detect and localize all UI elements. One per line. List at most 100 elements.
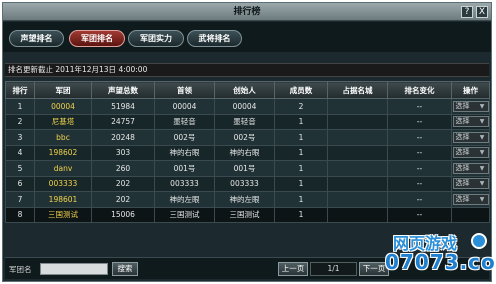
cell-rank: 5 [5,160,35,177]
table-row[interactable]: 7 198601 202 神的左眼 神的左眼 1 -- 选择 ▼ [5,191,490,208]
table-row[interactable]: 1 00004 51984 00004 00004 2 -- 选择 ▼ [5,98,490,115]
cell-leader: 墨轻音 [154,113,215,130]
action-select[interactable]: 选择 ▼ [452,147,489,159]
cell-legion[interactable]: 尼基塔 [34,113,92,130]
chevron-down-icon: ▼ [479,133,485,141]
header-founder: 创始人 [214,81,275,99]
chevron-down-icon: ▼ [479,149,485,157]
table-row-own-legion[interactable]: 8 三国测试 15006 三国测试 三国测试 1 -- [5,206,490,223]
cell-legion[interactable]: 00004 [34,98,92,115]
cell-members: 2 [274,98,328,115]
chevron-down-icon: ▼ [479,164,485,172]
action-select-label: 选择 [455,179,470,188]
cell-prestige: 303 [91,144,155,161]
legion-search-input[interactable] [40,263,108,275]
cell-legion[interactable]: 三国测试 [34,206,92,223]
action-select[interactable]: 选择 ▼ [452,116,489,128]
cell-cities [327,113,388,130]
header-cities: 占据名城 [327,81,388,99]
cell-rank: 2 [5,113,35,130]
prev-page-button[interactable]: 上一页 [278,262,308,276]
cell-founder: 墨轻音 [214,113,275,130]
tab-legion-strength[interactable]: 军团实力 [128,30,184,47]
window-title: 排行榜 [233,7,261,17]
tab-prestige-rank[interactable]: 声望排名 [9,30,64,47]
cell-change: -- [387,113,452,130]
action-select-label: 选择 [455,132,470,141]
tab-bar: 声望排名 军团排名 军团实力 武将排名 [3,22,491,52]
cell-rank: 7 [5,191,35,208]
cell-members: 1 [274,113,328,130]
cell-cities [327,129,388,146]
cell-founder: 三国测试 [214,206,275,223]
cell-action: 选择 ▼ [451,113,490,130]
table-row[interactable]: 5 danv 260 001号 001号 1 -- 选择 ▼ [5,160,490,177]
cell-members: 1 [274,144,328,161]
cell-legion[interactable]: bbc [34,129,92,146]
watermark-line2: 07073.com [385,250,496,274]
cell-action [451,206,490,223]
window-titlebar: 排行榜 [3,3,491,21]
help-button[interactable]: ? [461,6,473,18]
action-select-label: 选择 [455,148,470,157]
close-button[interactable]: X [476,6,488,18]
tab-legion-rank[interactable]: 军团排名 [69,30,125,47]
cell-cities [327,191,388,208]
cell-founder: 神的左眼 [214,191,275,208]
action-select[interactable]: 选择 ▼ [452,178,489,190]
cell-leader: 003333 [154,175,215,192]
cell-change: -- [387,191,452,208]
chevron-down-icon: ▼ [479,195,485,203]
cell-legion[interactable]: danv [34,160,92,177]
table-header-row: 排行 军团 声望总数 首领 创始人 成员数 占据名城 排名变化 操作 [5,81,490,99]
cell-members: 1 [274,129,328,146]
cell-action: 选择 ▼ [451,175,490,192]
chevron-down-icon: ▼ [479,102,485,110]
cell-action: 选择 ▼ [451,160,490,177]
table-row[interactable]: 6 003333 202 003333 003333 1 -- 选择 ▼ [5,175,490,192]
header-legion: 军团 [34,81,92,99]
table-row[interactable]: 2 尼基塔 24757 墨轻音 墨轻音 1 -- 选择 ▼ [5,113,490,130]
action-select[interactable]: 选择 ▼ [452,100,489,112]
cell-prestige: 260 [91,160,155,177]
action-select[interactable]: 选择 ▼ [452,162,489,174]
cell-cities [327,175,388,192]
table-row[interactable]: 4 198602 303 神的右眼 神的右眼 1 -- 选择 ▼ [5,144,490,161]
cell-legion[interactable]: 198601 [34,191,92,208]
cell-founder: 00004 [214,98,275,115]
cell-action: 选择 ▼ [451,129,490,146]
cell-rank: 1 [5,98,35,115]
cell-legion[interactable]: 003333 [34,175,92,192]
tab-general-rank[interactable]: 武将排名 [187,30,242,47]
cell-legion[interactable]: 198602 [34,144,92,161]
cell-leader: 00004 [154,98,215,115]
cell-change: -- [387,206,452,223]
cell-prestige: 15006 [91,206,155,223]
cell-action: 选择 ▼ [451,98,490,115]
cell-change: -- [387,98,452,115]
cell-cities [327,98,388,115]
cell-cities [327,160,388,177]
cell-founder: 001号 [214,160,275,177]
action-select-label: 选择 [455,101,470,110]
cell-change: -- [387,175,452,192]
cell-members: 1 [274,175,328,192]
cell-change: -- [387,160,452,177]
cell-founder: 神的右眼 [214,144,275,161]
header-leader: 首领 [154,81,215,99]
table-row[interactable]: 3 bbc 20248 002号 002号 1 -- 选择 ▼ [5,129,490,146]
action-select[interactable]: 选择 ▼ [452,193,489,205]
cell-leader: 001号 [154,160,215,177]
cell-founder: 003333 [214,175,275,192]
cell-rank: 8 [5,206,35,223]
header-prestige: 声望总数 [91,81,155,99]
cell-leader: 神的右眼 [154,144,215,161]
search-button[interactable]: 搜索 [112,262,138,276]
cell-members: 1 [274,160,328,177]
smiley-icon [471,233,487,249]
cell-leader: 002号 [154,129,215,146]
action-select[interactable]: 选择 ▼ [452,131,489,143]
cell-rank: 6 [5,175,35,192]
cell-cities [327,144,388,161]
cell-rank: 4 [5,144,35,161]
